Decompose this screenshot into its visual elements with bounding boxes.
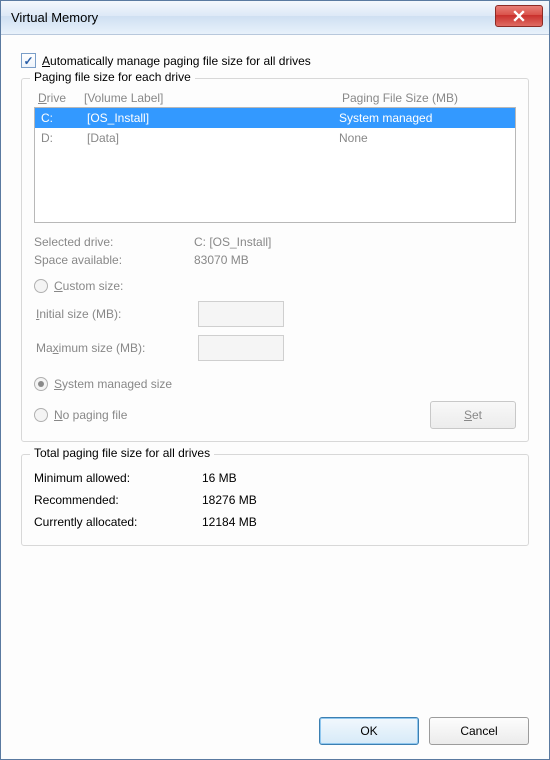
space-available-label: Space available: bbox=[34, 253, 194, 267]
selected-drive-label: Selected drive: bbox=[34, 235, 194, 249]
set-button[interactable]: Set bbox=[430, 401, 516, 429]
custom-size-label: Custom size: bbox=[54, 279, 123, 293]
no-paging-row: No paging file Set bbox=[34, 401, 516, 429]
cancel-button[interactable]: Cancel bbox=[429, 717, 529, 745]
header-drive: Drive bbox=[38, 91, 84, 105]
drive-letter: C: bbox=[41, 111, 87, 125]
window-title: Virtual Memory bbox=[11, 10, 495, 25]
recommended-value: 18276 MB bbox=[202, 493, 257, 507]
selected-drive-value: C: [OS_Install] bbox=[194, 235, 516, 249]
drives-fieldset: Paging file size for each drive Drive [V… bbox=[21, 78, 529, 442]
titlebar: Virtual Memory bbox=[1, 1, 549, 35]
initial-size-input[interactable] bbox=[198, 301, 284, 327]
header-volume-label: [Volume Label] bbox=[84, 91, 342, 105]
virtual-memory-dialog: Virtual Memory ✓ Automatically manage pa… bbox=[0, 0, 550, 760]
drive-volume-label: [Data] bbox=[87, 131, 339, 145]
recommended-label: Recommended: bbox=[34, 493, 202, 507]
close-icon bbox=[513, 10, 525, 22]
initial-size-label: Initial size (MB): bbox=[36, 307, 198, 321]
drive-row[interactable]: D: [Data] None bbox=[35, 128, 515, 148]
minimum-allowed-value: 16 MB bbox=[202, 471, 237, 485]
drive-paging-size: None bbox=[339, 131, 509, 145]
custom-size-row: Custom size: bbox=[34, 279, 516, 293]
maximum-size-label: Maximum size (MB): bbox=[36, 341, 198, 355]
currently-allocated-value: 12184 MB bbox=[202, 515, 257, 529]
drive-letter: D: bbox=[41, 131, 87, 145]
auto-manage-label: Automatically manage paging file size fo… bbox=[42, 54, 311, 68]
space-available-value: 83070 MB bbox=[194, 253, 516, 267]
drive-list[interactable]: C: [OS_Install] System managed D: [Data]… bbox=[34, 107, 516, 223]
dialog-content: ✓ Automatically manage paging file size … bbox=[1, 35, 549, 759]
totals-fieldset-title: Total paging file size for all drives bbox=[30, 446, 214, 460]
system-managed-radio[interactable] bbox=[34, 377, 48, 391]
totals-fieldset: Total paging file size for all drives Mi… bbox=[21, 454, 529, 546]
system-managed-label: System managed size bbox=[54, 377, 172, 391]
ok-button[interactable]: OK bbox=[319, 717, 419, 745]
drives-fieldset-title: Paging file size for each drive bbox=[30, 70, 195, 84]
auto-manage-checkbox[interactable]: ✓ bbox=[21, 53, 36, 68]
custom-size-radio[interactable] bbox=[34, 279, 48, 293]
maximum-size-row: Maximum size (MB): bbox=[34, 335, 516, 361]
close-button[interactable] bbox=[495, 5, 543, 27]
currently-allocated-label: Currently allocated: bbox=[34, 515, 202, 529]
no-paging-inner: No paging file bbox=[34, 408, 430, 422]
drive-row[interactable]: C: [OS_Install] System managed bbox=[35, 108, 515, 128]
initial-size-row: Initial size (MB): bbox=[34, 301, 516, 327]
drive-paging-size: System managed bbox=[339, 111, 509, 125]
no-paging-label: No paging file bbox=[54, 408, 127, 422]
minimum-allowed-label: Minimum allowed: bbox=[34, 471, 202, 485]
drive-info: Selected drive: C: [OS_Install] Space av… bbox=[34, 233, 516, 269]
auto-manage-row: ✓ Automatically manage paging file size … bbox=[21, 53, 529, 68]
totals-grid: Minimum allowed: 16 MB Recommended: 1827… bbox=[34, 467, 516, 533]
drive-list-header: Drive [Volume Label] Paging File Size (M… bbox=[34, 87, 516, 107]
maximum-size-input[interactable] bbox=[198, 335, 284, 361]
drive-volume-label: [OS_Install] bbox=[87, 111, 339, 125]
header-paging-size: Paging File Size (MB) bbox=[342, 91, 512, 105]
dialog-buttons: OK Cancel bbox=[21, 705, 529, 745]
no-paging-radio[interactable] bbox=[34, 408, 48, 422]
system-managed-row: System managed size bbox=[34, 377, 516, 391]
